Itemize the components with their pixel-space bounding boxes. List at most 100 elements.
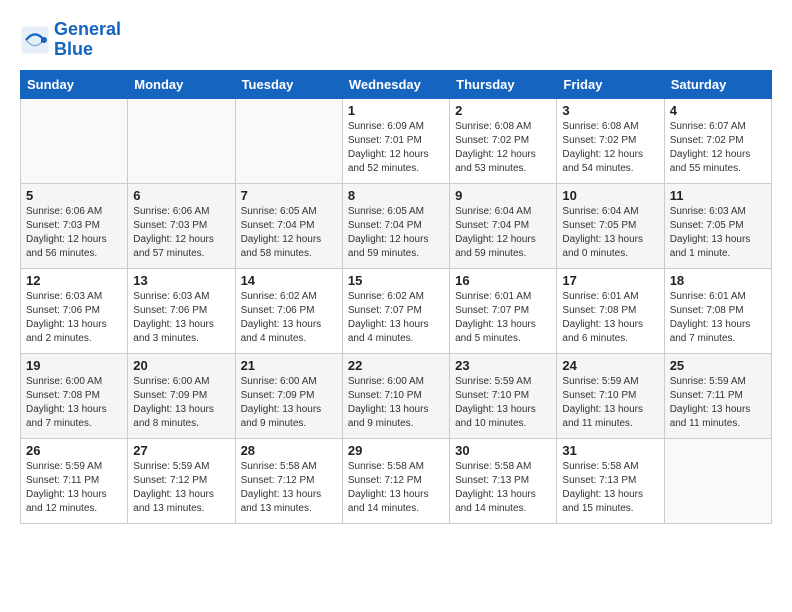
day-number: 8 bbox=[348, 188, 444, 203]
calendar-cell: 9 Sunrise: 6:04 AM Sunset: 7:04 PM Daylig… bbox=[450, 183, 557, 268]
calendar-week-4: 19 Sunrise: 6:00 AM Sunset: 7:08 PM Dayli… bbox=[21, 353, 772, 438]
day-number: 27 bbox=[133, 443, 229, 458]
day-number: 13 bbox=[133, 273, 229, 288]
calendar-cell: 12 Sunrise: 6:03 AM Sunset: 7:06 PM Dayli… bbox=[21, 268, 128, 353]
day-header-monday: Monday bbox=[128, 70, 235, 98]
calendar-cell: 11 Sunrise: 6:03 AM Sunset: 7:05 PM Dayli… bbox=[664, 183, 771, 268]
day-info: Sunrise: 5:59 AM Sunset: 7:10 PM Dayligh… bbox=[562, 375, 658, 431]
day-number: 12 bbox=[26, 273, 122, 288]
day-info: Sunrise: 6:06 AM Sunset: 7:03 PM Dayligh… bbox=[133, 205, 229, 261]
calendar-table: SundayMondayTuesdayWednesdayThursdayFrid… bbox=[20, 70, 772, 524]
day-number: 6 bbox=[133, 188, 229, 203]
calendar-cell: 20 Sunrise: 6:00 AM Sunset: 7:09 PM Dayli… bbox=[128, 353, 235, 438]
calendar-cell: 22 Sunrise: 6:00 AM Sunset: 7:10 PM Dayli… bbox=[342, 353, 449, 438]
day-info: Sunrise: 6:02 AM Sunset: 7:07 PM Dayligh… bbox=[348, 290, 444, 346]
day-info: Sunrise: 6:02 AM Sunset: 7:06 PM Dayligh… bbox=[241, 290, 337, 346]
day-number: 24 bbox=[562, 358, 658, 373]
day-header-wednesday: Wednesday bbox=[342, 70, 449, 98]
day-number: 25 bbox=[670, 358, 766, 373]
day-number: 4 bbox=[670, 103, 766, 118]
calendar-cell: 27 Sunrise: 5:59 AM Sunset: 7:12 PM Dayli… bbox=[128, 438, 235, 523]
day-info: Sunrise: 6:00 AM Sunset: 7:09 PM Dayligh… bbox=[133, 375, 229, 431]
calendar-cell: 7 Sunrise: 6:05 AM Sunset: 7:04 PM Daylig… bbox=[235, 183, 342, 268]
day-info: Sunrise: 5:58 AM Sunset: 7:12 PM Dayligh… bbox=[241, 460, 337, 516]
day-header-thursday: Thursday bbox=[450, 70, 557, 98]
day-number: 22 bbox=[348, 358, 444, 373]
day-info: Sunrise: 6:05 AM Sunset: 7:04 PM Dayligh… bbox=[241, 205, 337, 261]
calendar-cell: 28Sunrise: 5:58 AM Sunset: 7:12 PM Dayli… bbox=[235, 438, 342, 523]
day-header-saturday: Saturday bbox=[664, 70, 771, 98]
calendar-cell: 21 Sunrise: 6:00 AM Sunset: 7:09 PM Dayli… bbox=[235, 353, 342, 438]
day-info: Sunrise: 6:00 AM Sunset: 7:09 PM Dayligh… bbox=[241, 375, 337, 431]
day-info: Sunrise: 6:00 AM Sunset: 7:10 PM Dayligh… bbox=[348, 375, 444, 431]
calendar-cell bbox=[235, 98, 342, 183]
day-number: 19 bbox=[26, 358, 122, 373]
logo-icon bbox=[20, 25, 50, 55]
day-number: 3 bbox=[562, 103, 658, 118]
day-number: 17 bbox=[562, 273, 658, 288]
calendar-week-3: 12 Sunrise: 6:03 AM Sunset: 7:06 PM Dayli… bbox=[21, 268, 772, 353]
calendar-cell bbox=[128, 98, 235, 183]
day-number: 1 bbox=[348, 103, 444, 118]
calendar-cell: 23 Sunrise: 5:59 AM Sunset: 7:10 PM Dayli… bbox=[450, 353, 557, 438]
day-number: 23 bbox=[455, 358, 551, 373]
day-header-tuesday: Tuesday bbox=[235, 70, 342, 98]
calendar-cell: 16Sunrise: 6:01 AM Sunset: 7:07 PM Dayli… bbox=[450, 268, 557, 353]
day-number: 31 bbox=[562, 443, 658, 458]
calendar-cell bbox=[664, 438, 771, 523]
day-info: Sunrise: 6:05 AM Sunset: 7:04 PM Dayligh… bbox=[348, 205, 444, 261]
day-number: 20 bbox=[133, 358, 229, 373]
day-info: Sunrise: 6:03 AM Sunset: 7:05 PM Dayligh… bbox=[670, 205, 766, 261]
day-info: Sunrise: 6:08 AM Sunset: 7:02 PM Dayligh… bbox=[562, 120, 658, 176]
day-number: 14 bbox=[241, 273, 337, 288]
logo-text: GeneralBlue bbox=[54, 20, 121, 60]
day-number: 15 bbox=[348, 273, 444, 288]
day-number: 9 bbox=[455, 188, 551, 203]
day-info: Sunrise: 6:06 AM Sunset: 7:03 PM Dayligh… bbox=[26, 205, 122, 261]
day-info: Sunrise: 6:04 AM Sunset: 7:05 PM Dayligh… bbox=[562, 205, 658, 261]
day-info: Sunrise: 6:03 AM Sunset: 7:06 PM Dayligh… bbox=[133, 290, 229, 346]
day-info: Sunrise: 5:58 AM Sunset: 7:12 PM Dayligh… bbox=[348, 460, 444, 516]
calendar-week-1: 1Sunrise: 6:09 AM Sunset: 7:01 PM Daylig… bbox=[21, 98, 772, 183]
calendar-cell: 19 Sunrise: 6:00 AM Sunset: 7:08 PM Dayli… bbox=[21, 353, 128, 438]
day-info: Sunrise: 5:59 AM Sunset: 7:11 PM Dayligh… bbox=[26, 460, 122, 516]
day-info: Sunrise: 6:01 AM Sunset: 7:07 PM Dayligh… bbox=[455, 290, 551, 346]
logo: GeneralBlue bbox=[20, 20, 121, 60]
calendar-week-2: 5 Sunrise: 6:06 AM Sunset: 7:03 PM Daylig… bbox=[21, 183, 772, 268]
header: GeneralBlue bbox=[20, 20, 772, 60]
day-info: Sunrise: 5:59 AM Sunset: 7:12 PM Dayligh… bbox=[133, 460, 229, 516]
calendar-cell bbox=[21, 98, 128, 183]
calendar-cell: 26 Sunrise: 5:59 AM Sunset: 7:11 PM Dayli… bbox=[21, 438, 128, 523]
calendar-cell: 24 Sunrise: 5:59 AM Sunset: 7:10 PM Dayli… bbox=[557, 353, 664, 438]
calendar-cell: 8 Sunrise: 6:05 AM Sunset: 7:04 PM Daylig… bbox=[342, 183, 449, 268]
day-info: Sunrise: 5:59 AM Sunset: 7:10 PM Dayligh… bbox=[455, 375, 551, 431]
calendar-week-5: 26 Sunrise: 5:59 AM Sunset: 7:11 PM Dayli… bbox=[21, 438, 772, 523]
day-info: Sunrise: 6:00 AM Sunset: 7:08 PM Dayligh… bbox=[26, 375, 122, 431]
day-info: Sunrise: 6:03 AM Sunset: 7:06 PM Dayligh… bbox=[26, 290, 122, 346]
day-number: 26 bbox=[26, 443, 122, 458]
calendar-cell: 30Sunrise: 5:58 AM Sunset: 7:13 PM Dayli… bbox=[450, 438, 557, 523]
day-info: Sunrise: 5:59 AM Sunset: 7:11 PM Dayligh… bbox=[670, 375, 766, 431]
day-number: 11 bbox=[670, 188, 766, 203]
day-info: Sunrise: 6:01 AM Sunset: 7:08 PM Dayligh… bbox=[562, 290, 658, 346]
day-number: 7 bbox=[241, 188, 337, 203]
day-info: Sunrise: 6:01 AM Sunset: 7:08 PM Dayligh… bbox=[670, 290, 766, 346]
day-number: 5 bbox=[26, 188, 122, 203]
calendar-cell: 15 Sunrise: 6:02 AM Sunset: 7:07 PM Dayli… bbox=[342, 268, 449, 353]
calendar-cell: 13 Sunrise: 6:03 AM Sunset: 7:06 PM Dayli… bbox=[128, 268, 235, 353]
day-info: Sunrise: 6:07 AM Sunset: 7:02 PM Dayligh… bbox=[670, 120, 766, 176]
calendar-cell: 18 Sunrise: 6:01 AM Sunset: 7:08 PM Dayli… bbox=[664, 268, 771, 353]
calendar-cell: 5 Sunrise: 6:06 AM Sunset: 7:03 PM Daylig… bbox=[21, 183, 128, 268]
day-info: Sunrise: 6:08 AM Sunset: 7:02 PM Dayligh… bbox=[455, 120, 551, 176]
calendar-cell: 6 Sunrise: 6:06 AM Sunset: 7:03 PM Daylig… bbox=[128, 183, 235, 268]
day-info: Sunrise: 6:04 AM Sunset: 7:04 PM Dayligh… bbox=[455, 205, 551, 261]
calendar-cell: 1Sunrise: 6:09 AM Sunset: 7:01 PM Daylig… bbox=[342, 98, 449, 183]
day-number: 30 bbox=[455, 443, 551, 458]
day-number: 29 bbox=[348, 443, 444, 458]
calendar-cell: 4 Sunrise: 6:07 AM Sunset: 7:02 PM Daylig… bbox=[664, 98, 771, 183]
calendar-header-row: SundayMondayTuesdayWednesdayThursdayFrid… bbox=[21, 70, 772, 98]
day-number: 18 bbox=[670, 273, 766, 288]
calendar-cell: 17 Sunrise: 6:01 AM Sunset: 7:08 PM Dayli… bbox=[557, 268, 664, 353]
day-number: 10 bbox=[562, 188, 658, 203]
day-number: 21 bbox=[241, 358, 337, 373]
